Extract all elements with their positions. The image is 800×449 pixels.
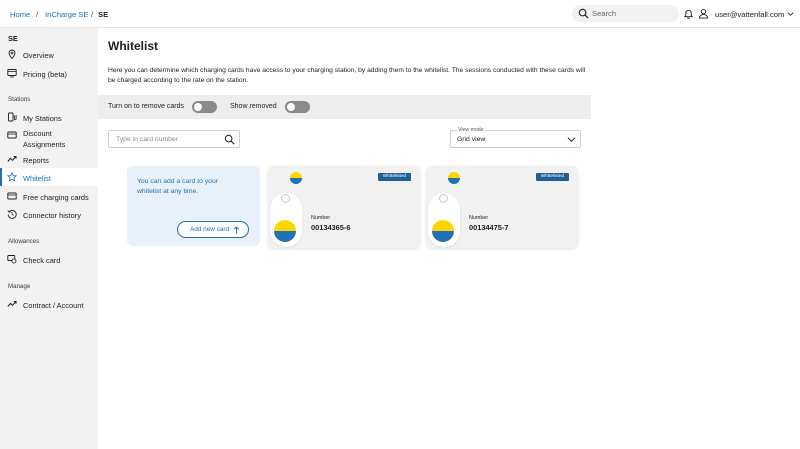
check-card-icon xyxy=(7,255,17,264)
sidebar-item-my-stations[interactable]: My Stations xyxy=(0,108,98,126)
toggle-knob xyxy=(287,103,295,111)
sidebar-item-contract-account[interactable]: Contract / Account xyxy=(0,295,98,313)
card-search[interactable] xyxy=(108,130,240,148)
sidebar-item-whitelist[interactable]: Whitelist xyxy=(0,168,98,186)
sidebar-item-label: Whitelist xyxy=(23,174,51,183)
sidebar-item-reports[interactable]: Reports xyxy=(0,150,98,168)
vattenfall-logo-icon xyxy=(290,172,302,184)
arrow-up-icon xyxy=(233,226,240,234)
vattenfall-logo-icon xyxy=(274,220,296,242)
chevron-down-icon xyxy=(567,137,576,143)
tag-loop xyxy=(281,194,290,203)
page-title: Whitelist xyxy=(108,39,158,53)
whitelisted-badge: Whitelisted xyxy=(378,173,411,181)
sidebar-item-label: Discount xyxy=(23,129,52,138)
sidebar-item-label: Pricing (beta) xyxy=(23,70,67,79)
sidebar-item-label: Check card xyxy=(23,256,61,265)
star-icon xyxy=(7,172,17,182)
add-card-tile: You can add a card to your whitelist at … xyxy=(127,166,260,246)
top-bar: Home / InCharge SE / SE user@vattenfall.… xyxy=(0,0,800,28)
pricing-icon xyxy=(7,69,17,78)
search-icon[interactable] xyxy=(224,134,235,145)
card-discount-icon xyxy=(7,131,17,139)
history-icon xyxy=(7,209,17,219)
user-email[interactable]: user@vattenfall.com xyxy=(715,10,784,19)
charger-icon xyxy=(8,112,17,122)
sidebar-section-manage: Manage xyxy=(8,283,31,290)
breadcrumb-incharge[interactable]: InCharge SE xyxy=(45,10,88,19)
card-number-label: Number xyxy=(469,215,489,221)
remove-cards-label: Turn on to remove cards xyxy=(108,103,184,110)
intro-text: Here you can determine which charging ca… xyxy=(108,67,586,84)
whitelisted-badge: Whitelisted xyxy=(536,173,569,181)
sidebar-section-stations: Stations xyxy=(8,96,31,103)
view-mode-value: Grid view xyxy=(457,136,486,143)
sidebar-item-label: My Stations xyxy=(23,114,62,123)
trend-icon xyxy=(7,156,17,162)
charging-card[interactable]: Whitelisted Number 00134475-7 xyxy=(426,166,578,248)
remove-cards-toggle[interactable] xyxy=(192,101,217,113)
card-number-input[interactable] xyxy=(116,135,216,144)
chevron-down-icon[interactable] xyxy=(787,11,794,17)
sidebar-item-pricing[interactable]: Pricing (beta) xyxy=(0,64,98,82)
view-mode-label: View mode xyxy=(457,127,485,133)
sidebar-item-overview[interactable]: Overview xyxy=(0,45,98,63)
card-icon xyxy=(7,192,17,200)
sidebar-item-connector-history[interactable]: Connector history xyxy=(0,205,98,223)
tag-loop xyxy=(439,194,448,203)
toggle-knob xyxy=(194,103,202,111)
sidebar-item-label: Connector history xyxy=(23,211,81,220)
sidebar-item-free-charging-cards[interactable]: Free charging cards xyxy=(0,187,98,205)
bell-icon[interactable] xyxy=(683,8,694,19)
sidebar-item-label: Contract / Account xyxy=(23,301,84,310)
sidebar-item-label: Reports xyxy=(23,156,49,165)
sidebar-section-allowances: Allowances xyxy=(8,238,40,245)
search-icon xyxy=(578,8,589,19)
vattenfall-logo-icon xyxy=(432,220,454,242)
card-number: 00134365-6 xyxy=(311,223,351,232)
card-number-label: Number xyxy=(311,215,331,221)
breadcrumb-separator: / xyxy=(36,10,39,19)
sidebar-item-label-2: Assignments xyxy=(23,140,66,149)
trend-icon xyxy=(7,301,17,307)
sidebar-item-label: Free charging cards xyxy=(23,193,89,202)
sidebar-item-discount-assignments[interactable]: Discount Assignments xyxy=(0,127,98,151)
card-number: 00134475-7 xyxy=(469,223,509,232)
sidebar: SE Overview Pricing (beta) Stations My S… xyxy=(0,28,98,449)
pin-icon xyxy=(8,49,16,59)
show-removed-label: Show removed xyxy=(230,103,277,110)
add-new-card-label: Add new card xyxy=(190,226,230,233)
breadcrumb-separator: / xyxy=(91,10,94,19)
global-search[interactable] xyxy=(572,5,679,22)
toggle-bar: Turn on to remove cards Show removed xyxy=(98,95,591,119)
view-mode-select[interactable]: View mode Grid view xyxy=(450,127,581,148)
add-card-message: You can add a card to your whitelist at … xyxy=(137,178,218,195)
add-new-card-button[interactable]: Add new card xyxy=(177,221,249,238)
charging-card[interactable]: Whitelisted Number 00134365-6 xyxy=(268,166,420,248)
sidebar-country: SE xyxy=(8,34,18,43)
sidebar-item-label: Overview xyxy=(23,51,54,60)
breadcrumb-current: SE xyxy=(98,10,109,19)
breadcrumb-home[interactable]: Home xyxy=(10,10,30,19)
sidebar-item-check-card[interactable]: Check card xyxy=(0,250,98,268)
vattenfall-logo-icon xyxy=(448,172,460,184)
show-removed-toggle[interactable] xyxy=(285,101,310,113)
search-input[interactable] xyxy=(592,8,672,19)
user-icon[interactable] xyxy=(698,8,709,19)
